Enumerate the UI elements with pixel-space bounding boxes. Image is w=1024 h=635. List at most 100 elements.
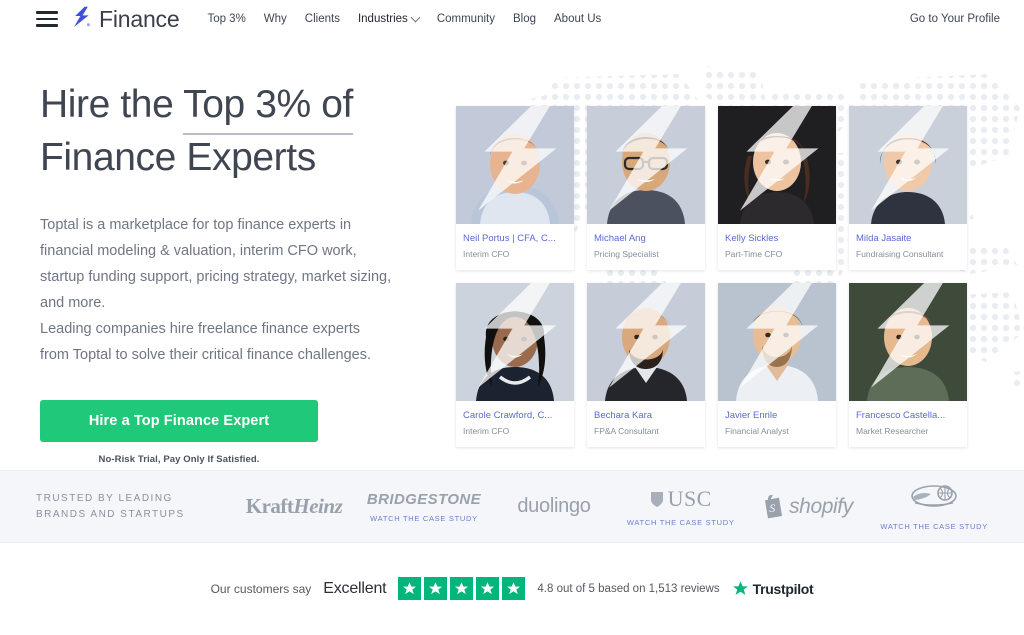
landing-page: Finance Top 3% Why Clients Industries Co… — [0, 0, 1024, 635]
star-icon — [424, 577, 448, 600]
hamburger-icon[interactable] — [36, 11, 58, 27]
expert-name[interactable]: Milda Jasaite — [856, 232, 960, 245]
nav-label: About Us — [554, 13, 602, 25]
nav-item-industries[interactable]: Industries — [357, 12, 421, 25]
nav-item-top3[interactable]: Top 3% — [207, 13, 245, 25]
trustpilot-summary: 4.8 out of 5 based on 1,513 reviews — [537, 582, 720, 595]
hero-description: Toptal is a marketplace for top finance … — [40, 212, 420, 368]
expert-info: Milda Jasaite Fundraising Consultant — [849, 224, 967, 270]
watch-case-study-link[interactable]: WATCH THE CASE STUDY — [880, 522, 988, 531]
expert-info: Kelly Sickles Part-Time CFO — [718, 224, 836, 270]
hero-desc-line: and more. — [40, 295, 106, 311]
trustpilot-stars — [398, 577, 526, 600]
nav-item-blog[interactable]: Blog — [513, 13, 536, 25]
expert-role: Part-Time CFO — [725, 249, 783, 259]
expert-photo — [849, 283, 967, 401]
hero-desc-line: financial modeling & valuation, interim … — [40, 243, 357, 259]
shopify-logo: S shopify — [762, 494, 853, 519]
nav-label: Blog — [512, 13, 536, 25]
toptal-watermark-icon — [609, 106, 688, 211]
expert-info: Neil Portus | CFA, C... Interim CFO — [456, 224, 574, 270]
hero-desc-line: Toptal is a marketplace for top finance … — [40, 217, 352, 233]
title-line-1-plain: Hire the — [40, 83, 184, 126]
expert-role: FP&A Consultant — [594, 426, 659, 436]
brand-logo[interactable]: Finance — [72, 5, 180, 33]
toptal-watermark-icon — [871, 283, 950, 388]
expert-info: Carole Crawford, C... Interim CFO — [456, 401, 574, 447]
nav-label: Top 3% — [207, 13, 246, 25]
nav-item-about-us[interactable]: About Us — [554, 13, 601, 25]
toptal-watermark-icon — [478, 106, 557, 211]
expert-card[interactable]: Francesco Castella... Market Researcher — [849, 283, 967, 447]
brand-globetrotters: WATCH THE CASE STUDY — [880, 483, 988, 531]
trustpilot-rating-word: Excellent — [323, 579, 387, 597]
page-title: Hire the Top 3% of Finance Experts — [40, 78, 440, 184]
trustpilot-bar: Our customers say Excellent 4.8 out of 5… — [0, 543, 1024, 634]
trustpilot-brand[interactable]: Trustpilot — [732, 580, 814, 597]
kraft-heinz-logo: KraftHeinz — [245, 494, 343, 518]
nav-label: Clients — [304, 13, 340, 25]
expert-name[interactable]: Michael Ang — [594, 232, 698, 245]
trustpilot-wordmark: Trustpilot — [752, 580, 814, 597]
toptal-watermark-icon — [478, 283, 557, 388]
brand-shopify: S shopify — [757, 494, 857, 519]
expert-photo — [456, 283, 574, 401]
expert-card[interactable]: Bechara Kara FP&A Consultant — [587, 283, 705, 447]
watch-case-study-link[interactable]: WATCH THE CASE STUDY — [627, 518, 735, 527]
nav-item-clients[interactable]: Clients — [305, 13, 340, 25]
expert-info: Francesco Castella... Market Researcher — [849, 401, 967, 447]
nav-label: Industries — [357, 13, 408, 25]
nav-item-why[interactable]: Why — [264, 13, 287, 25]
trusted-brands-label: TRUSTED BY LEADING BRANDS AND STARTUPS — [36, 491, 226, 523]
expert-name[interactable]: Neil Portus | CFA, C... — [463, 232, 567, 245]
expert-photo — [587, 106, 705, 224]
expert-photo — [456, 106, 574, 224]
expert-photo — [718, 106, 836, 224]
hire-expert-button[interactable]: Hire a Top Finance Expert — [40, 400, 318, 442]
expert-name[interactable]: Javier Enrile — [725, 409, 829, 422]
toptal-bolt-icon — [72, 6, 92, 33]
brand-logo-list: KraftHeinz BRIDGESTONE WATCH THE CASE ST… — [226, 483, 988, 531]
nav-label: Community — [436, 13, 495, 25]
nav-label: Why — [263, 13, 287, 25]
globetrotters-logo — [905, 483, 963, 516]
expert-card[interactable]: Javier Enrile Financial Analyst — [718, 283, 836, 447]
expert-name[interactable]: Kelly Sickles — [725, 232, 829, 245]
expert-photo — [849, 106, 967, 224]
trusted-label-line2: BRANDS AND STARTUPS — [36, 508, 185, 520]
bridgestone-logo: BRIDGESTONE — [366, 490, 482, 508]
hero-desc-line: from Toptal to solve their critical fina… — [40, 347, 371, 363]
go-to-profile-link[interactable]: Go to Your Profile — [910, 13, 1000, 25]
expert-role: Interim CFO — [463, 426, 510, 436]
toptal-watermark-icon — [609, 283, 688, 388]
expert-info: Bechara Kara FP&A Consultant — [587, 401, 705, 447]
expert-name[interactable]: Carole Crawford, C... — [463, 409, 567, 422]
expert-info: Michael Ang Pricing Specialist — [587, 224, 705, 270]
expert-card[interactable]: Neil Portus | CFA, C... Interim CFO — [456, 106, 574, 270]
usc-wordmark: USC — [667, 486, 712, 511]
trusted-label-line1: TRUSTED BY LEADING — [36, 492, 173, 504]
expert-card[interactable]: Michael Ang Pricing Specialist — [587, 106, 705, 270]
main-nav: Top 3% Why Clients Industries Community … — [207, 12, 909, 25]
expert-card[interactable]: Carole Crawford, C... Interim CFO — [456, 283, 574, 447]
expert-role: Market Researcher — [856, 426, 929, 436]
nav-item-community[interactable]: Community — [437, 13, 495, 25]
expert-photo — [718, 283, 836, 401]
expert-card-grid: Neil Portus | CFA, C... Interim CFO Mich… — [456, 106, 968, 447]
hero-section: Hire the Top 3% of Finance Experts Topta… — [0, 38, 1024, 470]
hero-copy: Hire the Top 3% of Finance Experts Topta… — [40, 78, 440, 465]
star-icon — [502, 577, 526, 600]
expert-card[interactable]: Milda Jasaite Fundraising Consultant — [849, 106, 967, 270]
trustpilot-say-label: Our customers say — [210, 581, 312, 596]
star-icon — [450, 577, 474, 600]
watch-case-study-link[interactable]: WATCH THE CASE STUDY — [370, 514, 478, 523]
brand-name: Finance — [99, 5, 180, 32]
toptal-watermark-icon — [740, 106, 819, 211]
trustpilot-star-icon — [732, 581, 748, 595]
title-line-1-underlined: Top 3% of — [183, 83, 353, 135]
expert-card[interactable]: Kelly Sickles Part-Time CFO — [718, 106, 836, 270]
expert-name[interactable]: Francesco Castella... — [856, 409, 960, 422]
expert-name[interactable]: Bechara Kara — [594, 409, 698, 422]
duolingo-logo: duolingo — [517, 495, 591, 517]
star-icon — [398, 577, 422, 600]
